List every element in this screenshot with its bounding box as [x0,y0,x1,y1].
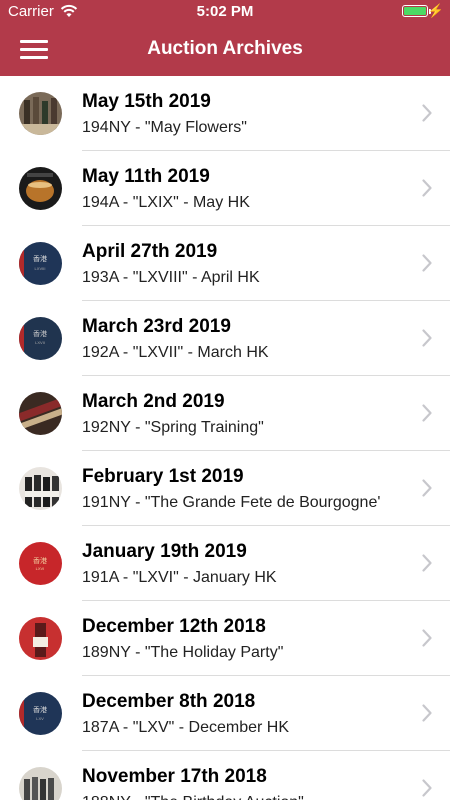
auction-date: April 27th 2019 [82,241,218,262]
auction-thumbnail: 香港 LXVII [19,317,62,360]
auction-row[interactable]: November 17th 2018 188NY - "The Birthday … [0,751,450,800]
auction-thumbnail [19,167,62,210]
auction-date: May 11th 2019 [82,166,210,187]
chevron-right-icon [422,329,432,347]
auction-subtitle: 189NY - "The Holiday Party" [82,644,284,661]
auction-date: December 8th 2018 [82,691,256,712]
battery-icon [402,5,428,17]
auction-row[interactable]: December 12th 2018 189NY - "The Holiday P… [0,601,450,676]
auction-subtitle: 194NY - "May Flowers" [82,119,247,136]
chevron-right-icon [422,179,432,197]
svg-text:LXV: LXV [36,716,44,721]
status-bar: Carrier 5:02 PM ⚡ [0,0,450,24]
auction-thumbnail [19,92,62,135]
auction-row[interactable]: March 2nd 2019 192NY - "Spring Training" [0,376,450,451]
auction-row[interactable]: 香港 LXVII March 23rd 2019 192A - "LXVII" - M… [0,301,450,376]
auction-thumbnail: 香港 LXVIII [19,242,62,285]
chevron-right-icon [422,479,432,497]
auction-subtitle: 191NY - "The Grande Fete de Bourgogne' [82,494,381,511]
auction-date: December 12th 2018 [82,616,266,637]
auction-subtitle: 187A - "LXV" - December HK [82,719,289,736]
auction-date: February 1st 2019 [82,466,244,487]
charging-icon: ⚡ [427,3,444,18]
page-title: Auction Archives [147,38,303,59]
auction-row[interactable]: 香港 LXVIII April 27th 2019 193A - "LXVIII" -… [0,226,450,301]
auction-row[interactable]: 香港 LXV December 8th 2018 187A - "LXV" - Dec… [0,676,450,751]
auction-thumbnail [19,767,62,800]
auction-row[interactable]: May 11th 2019 194A - "LXIX" - May HK [0,151,450,226]
auction-subtitle: 194A - "LXIX" - May HK [82,194,250,211]
chevron-right-icon [422,254,432,272]
chevron-right-icon [422,629,432,647]
svg-text:香港: 香港 [33,556,47,565]
chevron-right-icon [422,704,432,722]
auction-thumbnail: 香港 LXV [19,692,62,735]
auction-date: May 15th 2019 [82,91,211,112]
auction-date: March 2nd 2019 [82,391,225,412]
auction-subtitle: 192A - "LXVII" - March HK [82,344,269,361]
auction-subtitle: 192NY - "Spring Training" [82,419,264,436]
auction-subtitle: 188NY - "The Birthday Auction" [82,794,304,800]
svg-text:香港: 香港 [33,329,47,338]
chevron-right-icon [422,554,432,572]
auction-thumbnail [19,467,62,510]
auction-list[interactable]: May 15th 2019 194NY - "May Flowers" May 11… [0,76,450,800]
auction-thumbnail [19,392,62,435]
auction-date: January 19th 2019 [82,541,247,562]
auction-subtitle: 193A - "LXVIII" - April HK [82,269,260,286]
auction-row[interactable]: 香港 LXVI January 19th 2019 191A - "LXVI" - J… [0,526,450,601]
navigation-bar: Auction Archives [0,24,450,76]
chevron-right-icon [422,404,432,422]
clock: 5:02 PM [196,3,254,20]
svg-text:LXVIII: LXVIII [35,266,46,271]
auction-subtitle: 191A - "LXVI" - January HK [82,569,277,586]
chevron-right-icon [422,104,432,122]
auction-row[interactable]: May 15th 2019 194NY - "May Flowers" [0,76,450,151]
auction-row[interactable]: February 1st 2019 191NY - "The Grande Fet… [0,451,450,526]
svg-text:香港: 香港 [33,254,47,263]
auction-date: November 17th 2018 [82,766,267,787]
auction-thumbnail [19,617,62,660]
chevron-right-icon [422,779,432,797]
svg-text:香港: 香港 [33,705,47,714]
svg-text:LXVII: LXVII [35,340,45,345]
auction-date: March 23rd 2019 [82,316,231,337]
svg-text:LXVI: LXVI [36,566,45,571]
auction-thumbnail: 香港 LXVI [19,542,62,585]
